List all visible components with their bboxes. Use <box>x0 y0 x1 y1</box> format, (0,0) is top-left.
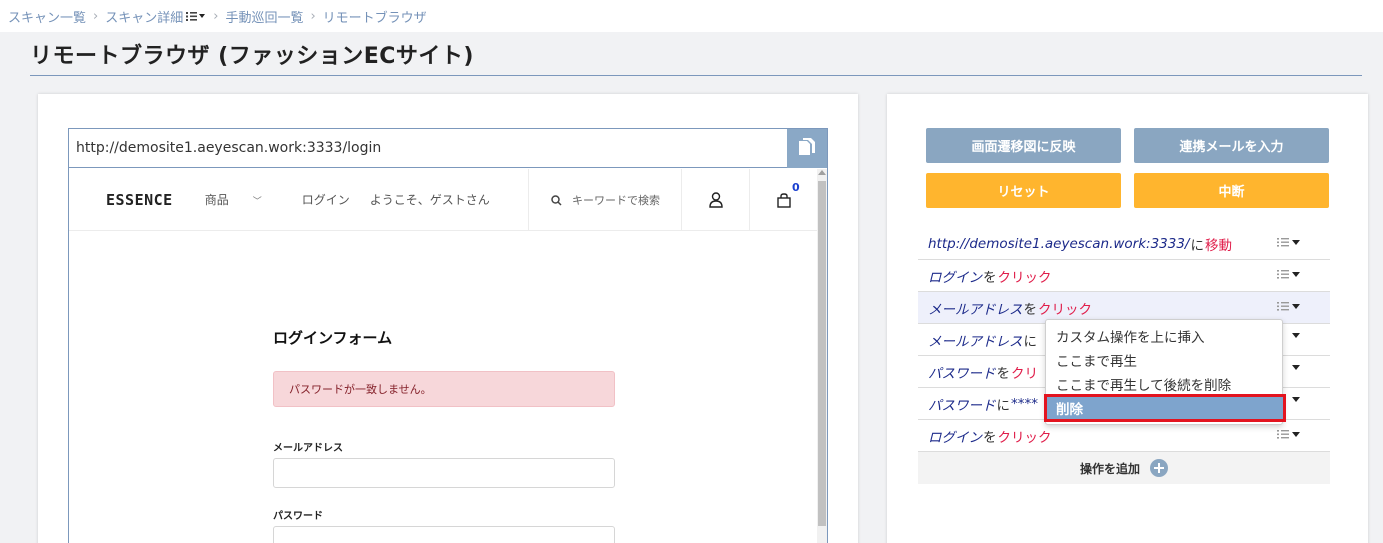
nav-login[interactable]: ログイン <box>302 191 350 208</box>
site-logo[interactable]: ESSENCE <box>106 191 173 209</box>
copy-icon <box>799 138 815 155</box>
cart-count-badge: 0 <box>792 181 800 194</box>
url-bar <box>69 129 827 168</box>
enter-mail-button[interactable]: 連携メールを入力 <box>1134 128 1329 163</box>
caret-down-icon <box>1292 397 1300 402</box>
operation-menu-button[interactable] <box>1277 237 1300 247</box>
operation-menu-button[interactable] <box>1289 333 1300 338</box>
search-icon <box>551 194 562 206</box>
remote-browser-frame: ESSENCE 商品﹀ ログイン ようこそ、ゲストさん キーワードで検索 <box>68 128 828 543</box>
chevron-right-icon: › <box>213 8 219 24</box>
url-input[interactable] <box>69 129 787 167</box>
breadcrumb: スキャン一覧 › スキャン詳細 › 手動巡回一覧 › リモートブラウザ <box>0 0 1383 32</box>
email-field[interactable] <box>273 458 615 488</box>
email-label: メールアドレス <box>273 443 343 454</box>
breadcrumb-current: リモートブラウザ <box>322 10 427 26</box>
login-form-title: ログインフォーム <box>273 329 393 347</box>
operation-menu-button[interactable] <box>1289 365 1300 370</box>
caret-down-icon <box>1292 271 1300 277</box>
operation-context-menu: カスタム操作を上に挿入 ここまで再生 ここまで再生して後続を削除 削除 <box>1044 319 1286 425</box>
stop-button[interactable]: 中断 <box>1134 173 1329 208</box>
reflect-transition-button[interactable]: 画面遷移図に反映 <box>926 128 1121 163</box>
menu-item-delete[interactable]: 削除 <box>1044 394 1286 422</box>
scroll-up-icon[interactable] <box>818 170 826 175</box>
site-header: ESSENCE 商品 ﹀ ログイン ようこそ、ゲストさん キーワードで検索 0 <box>69 169 817 231</box>
page-title: リモートブラウザ (ファッションECサイト) <box>30 44 474 69</box>
operation-menu-button[interactable] <box>1277 429 1300 439</box>
list-icon <box>1277 302 1289 311</box>
operation-menu-button[interactable] <box>1289 397 1300 402</box>
caret-down-icon <box>1292 365 1300 370</box>
caret-down-icon <box>1292 239 1300 245</box>
menu-item-play-until-here[interactable]: ここまで再生 <box>1046 348 1282 372</box>
breadcrumb-manual-crawl-list[interactable]: 手動巡回一覧 <box>225 7 303 26</box>
nav-welcome: ようこそ、ゲストさん <box>369 193 490 207</box>
caret-down-icon <box>1292 333 1300 338</box>
nav-products[interactable]: 商品 ﹀ <box>205 191 282 208</box>
chevron-right-icon: › <box>93 8 99 24</box>
reset-button[interactable]: リセット <box>926 173 1121 208</box>
plus-circle-icon <box>1150 459 1168 477</box>
remote-browser-panel: ESSENCE 商品﹀ ログイン ようこそ、ゲストさん キーワードで検索 <box>38 94 858 543</box>
user-icon <box>708 192 723 208</box>
list-dropdown-icon[interactable] <box>186 11 206 21</box>
list-icon <box>1277 430 1289 439</box>
breadcrumb-scan-list[interactable]: スキャン一覧 <box>8 7 86 26</box>
password-field[interactable] <box>273 526 615 543</box>
operation-menu-button[interactable] <box>1277 301 1300 311</box>
site-nav: 商品 ﹀ ログイン ようこそ、ゲストさん <box>205 191 510 208</box>
user-account-button[interactable] <box>681 169 749 231</box>
add-operation-button[interactable]: 操作を追加 <box>918 452 1330 484</box>
operation-menu-button[interactable] <box>1277 269 1300 279</box>
shopping-bag-icon <box>776 192 791 208</box>
caret-down-icon <box>1292 303 1300 309</box>
list-icon <box>1277 238 1289 247</box>
caret-down-icon <box>1292 431 1300 437</box>
copy-url-button[interactable] <box>787 129 827 168</box>
viewport-scrollbar[interactable] <box>817 169 827 543</box>
title-divider <box>30 75 1362 76</box>
search-placeholder: キーワードで検索 <box>572 194 660 207</box>
cart-button[interactable]: 0 <box>749 169 817 231</box>
list-icon <box>1277 270 1289 279</box>
breadcrumb-scan-detail[interactable]: スキャン詳細 <box>105 7 183 26</box>
remote-site-viewport[interactable]: ESSENCE 商品 ﹀ ログイン ようこそ、ゲストさん キーワードで検索 0 … <box>69 169 817 543</box>
operation-row[interactable]: ログインをクリック <box>918 260 1330 292</box>
menu-item-insert-custom-above[interactable]: カスタム操作を上に挿入 <box>1046 324 1282 348</box>
site-search[interactable]: キーワードで検索 <box>528 169 682 231</box>
operation-row[interactable]: http://demosite1.aeyescan.work:3333/に移動 <box>918 228 1330 260</box>
scrollbar-thumb[interactable] <box>818 181 826 526</box>
password-label: パスワード <box>273 511 323 522</box>
chevron-right-icon: › <box>310 8 316 24</box>
menu-item-play-and-delete-rest[interactable]: ここまで再生して後続を削除 <box>1046 372 1282 396</box>
error-alert: パスワードが一致しません。 <box>273 371 615 407</box>
chevron-down-icon: ﹀ <box>252 197 262 207</box>
